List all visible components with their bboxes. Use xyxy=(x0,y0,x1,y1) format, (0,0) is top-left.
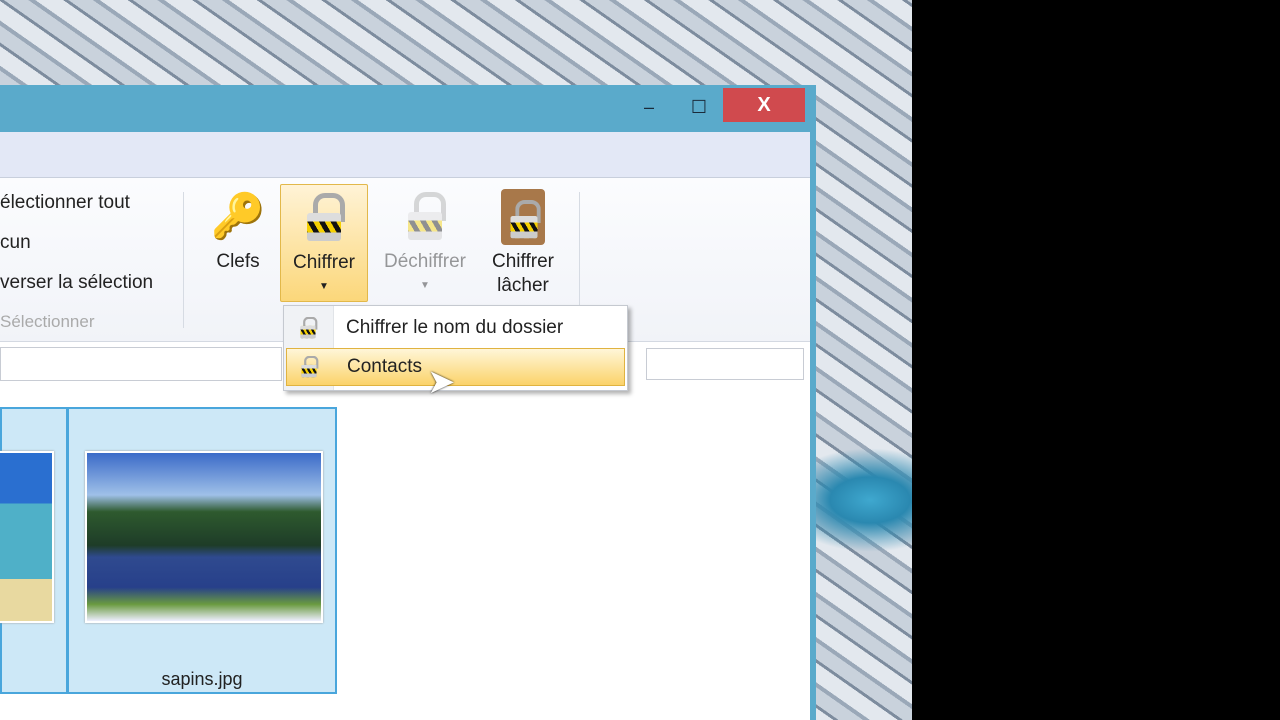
maximize-button[interactable]: ☐ xyxy=(684,91,714,123)
address-bar[interactable] xyxy=(0,347,282,381)
menu-item-label: Contacts xyxy=(347,356,422,377)
encrypt-button[interactable]: Chiffrer ▼ xyxy=(280,184,368,302)
menu-item-encrypt-folder-name[interactable]: Chiffrer le nom du dossier xyxy=(286,309,625,347)
invert-selection-button[interactable]: verser la sélection xyxy=(0,272,153,294)
unlock-icon xyxy=(376,184,474,250)
encrypt-drop-button[interactable]: Chiffrer lâcher xyxy=(484,184,562,298)
file-tile[interactable] xyxy=(0,407,68,694)
encrypt-label: Chiffrer xyxy=(293,252,355,273)
title-bar[interactable]: – ☐ X xyxy=(0,85,810,132)
file-thumbnail xyxy=(0,451,54,623)
file-tile[interactable]: sapins.jpg xyxy=(67,407,337,694)
lock-icon xyxy=(300,316,318,340)
menu-item-label: Chiffrer le nom du dossier xyxy=(346,317,564,338)
divider xyxy=(183,192,184,328)
select-none-button[interactable]: cun xyxy=(0,232,31,254)
lock-icon xyxy=(281,185,367,251)
close-button[interactable]: X xyxy=(723,88,805,122)
select-all-button[interactable]: électionner tout xyxy=(0,192,130,214)
clipboard-lock-icon xyxy=(484,184,562,250)
keys-label: Clefs xyxy=(216,251,260,272)
chevron-down-icon: ▼ xyxy=(319,281,329,292)
keys-icon: 🔑 xyxy=(210,192,266,241)
file-name: sapins.jpg xyxy=(161,669,243,689)
ribbon-tabs xyxy=(0,132,810,178)
lock-icon xyxy=(301,355,319,379)
minimize-button[interactable]: – xyxy=(634,91,664,123)
explorer-window: – ☐ X électionner tout cun verser la sél… xyxy=(0,85,816,720)
search-input[interactable] xyxy=(646,348,804,380)
keys-button[interactable]: 🔑 Clefs xyxy=(205,184,271,274)
decrypt-button[interactable]: Déchiffrer ▼ xyxy=(376,184,474,298)
group-label: Sélectionner xyxy=(0,312,95,331)
file-thumbnail xyxy=(85,451,323,623)
encrypt-drop-label-2: lâcher xyxy=(497,275,549,296)
chevron-down-icon: ▼ xyxy=(420,280,430,291)
mouse-cursor-icon: ➤ xyxy=(427,363,456,401)
encrypt-drop-label: Chiffrer xyxy=(492,251,554,272)
decrypt-label: Déchiffrer xyxy=(383,251,466,272)
